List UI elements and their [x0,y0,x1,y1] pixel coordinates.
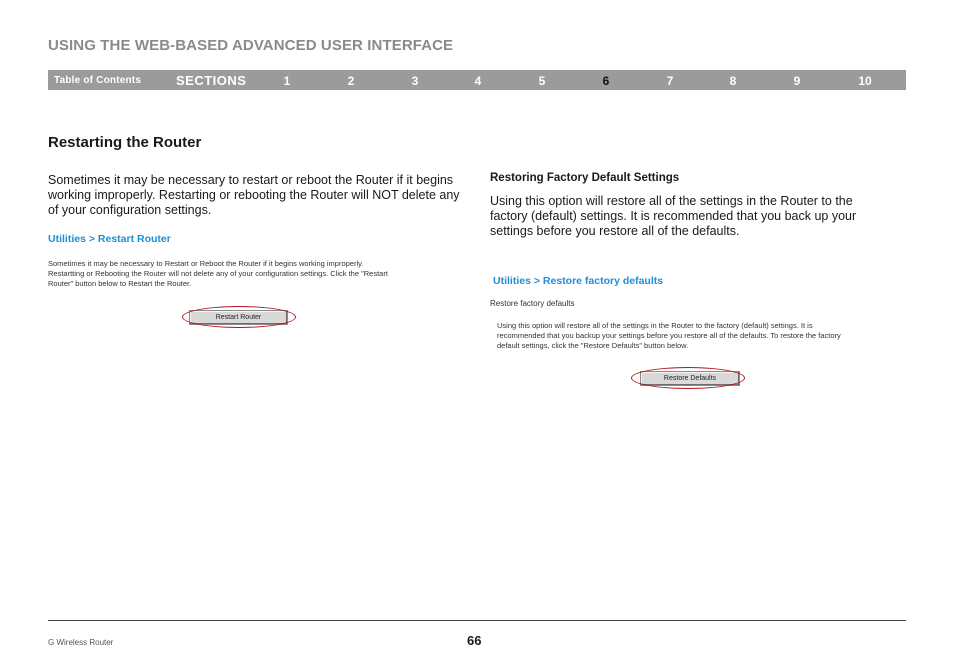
nav-section-9[interactable]: 9 [787,74,807,88]
nav-section-1[interactable]: 1 [277,74,297,88]
footer-product-name: G Wireless Router [48,638,114,647]
restore-subtitle: Restore factory defaults [490,299,575,308]
section-nav-bar: Table of Contents SECTIONS 1 2 3 4 5 6 7… [48,70,906,90]
table-of-contents-link[interactable]: Table of Contents [54,75,141,86]
restore-instructions-line-2: recommended that you backup your setting… [497,331,841,340]
restart-breadcrumb: Utilities > Restart Router [48,233,171,245]
restart-description: Sometimes it may be necessary to restart… [48,173,460,217]
restore-defaults-description: Using this option will restore all of th… [490,194,857,238]
restore-button-highlight-circle [631,367,745,389]
restart-instructions-line-1: Sometimes it may be necessary to Restart… [48,259,364,268]
nav-section-2[interactable]: 2 [341,74,361,88]
nav-section-5[interactable]: 5 [532,74,552,88]
restart-router-screenshot: Utilities > Restart Router Sometimes it … [48,233,448,333]
section-title: Restarting the Router [48,134,202,151]
restore-instructions-line-1: Using this option will restore all of th… [497,321,813,330]
nav-section-4[interactable]: 4 [468,74,488,88]
restore-defaults-screenshot: Utilities > Restore factory defaults Res… [490,275,890,395]
page-header-title: USING THE WEB-BASED ADVANCED USER INTERF… [48,37,454,54]
restart-instructions-line-3: Router" button below to Restart the Rout… [48,279,192,288]
nav-section-8[interactable]: 8 [723,74,743,88]
restore-instructions-line-3: default settings, click the "Restore Def… [497,341,689,350]
sections-label: SECTIONS [176,73,247,88]
restart-instructions-line-2: Restartting or Rebooting the Router will… [48,269,388,278]
nav-section-7[interactable]: 7 [660,74,680,88]
nav-section-3[interactable]: 3 [405,74,425,88]
page-number: 66 [467,633,482,648]
restore-defaults-heading: Restoring Factory Default Settings [490,172,680,184]
nav-section-6-active[interactable]: 6 [596,74,616,88]
restart-button-highlight-circle [182,306,296,328]
nav-section-10[interactable]: 10 [855,74,875,88]
restore-breadcrumb: Utilities > Restore factory defaults [493,275,664,287]
footer-divider [48,620,906,621]
